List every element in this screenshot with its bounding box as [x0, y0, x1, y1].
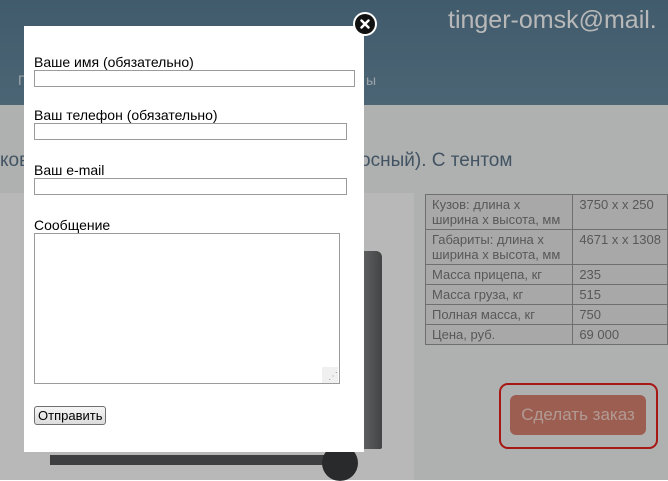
- close-icon[interactable]: [355, 14, 375, 34]
- message-label: Сообщение: [34, 217, 111, 233]
- close-button[interactable]: [353, 12, 377, 36]
- email-label: Ваш e-mail: [34, 162, 105, 178]
- email-field[interactable]: [34, 178, 347, 195]
- message-field[interactable]: [34, 233, 340, 384]
- name-label: Ваше имя (обязательно): [34, 54, 194, 70]
- submit-button[interactable]: Отправить: [34, 406, 107, 425]
- name-field[interactable]: [34, 70, 355, 87]
- phone-label: Ваш телефон (обязательно): [34, 107, 218, 123]
- order-form-modal: Ваше имя (обязательно) Ваш телефон (обяз…: [24, 26, 364, 452]
- phone-field[interactable]: [34, 123, 347, 140]
- resize-grip-icon[interactable]: ⋰: [322, 367, 338, 383]
